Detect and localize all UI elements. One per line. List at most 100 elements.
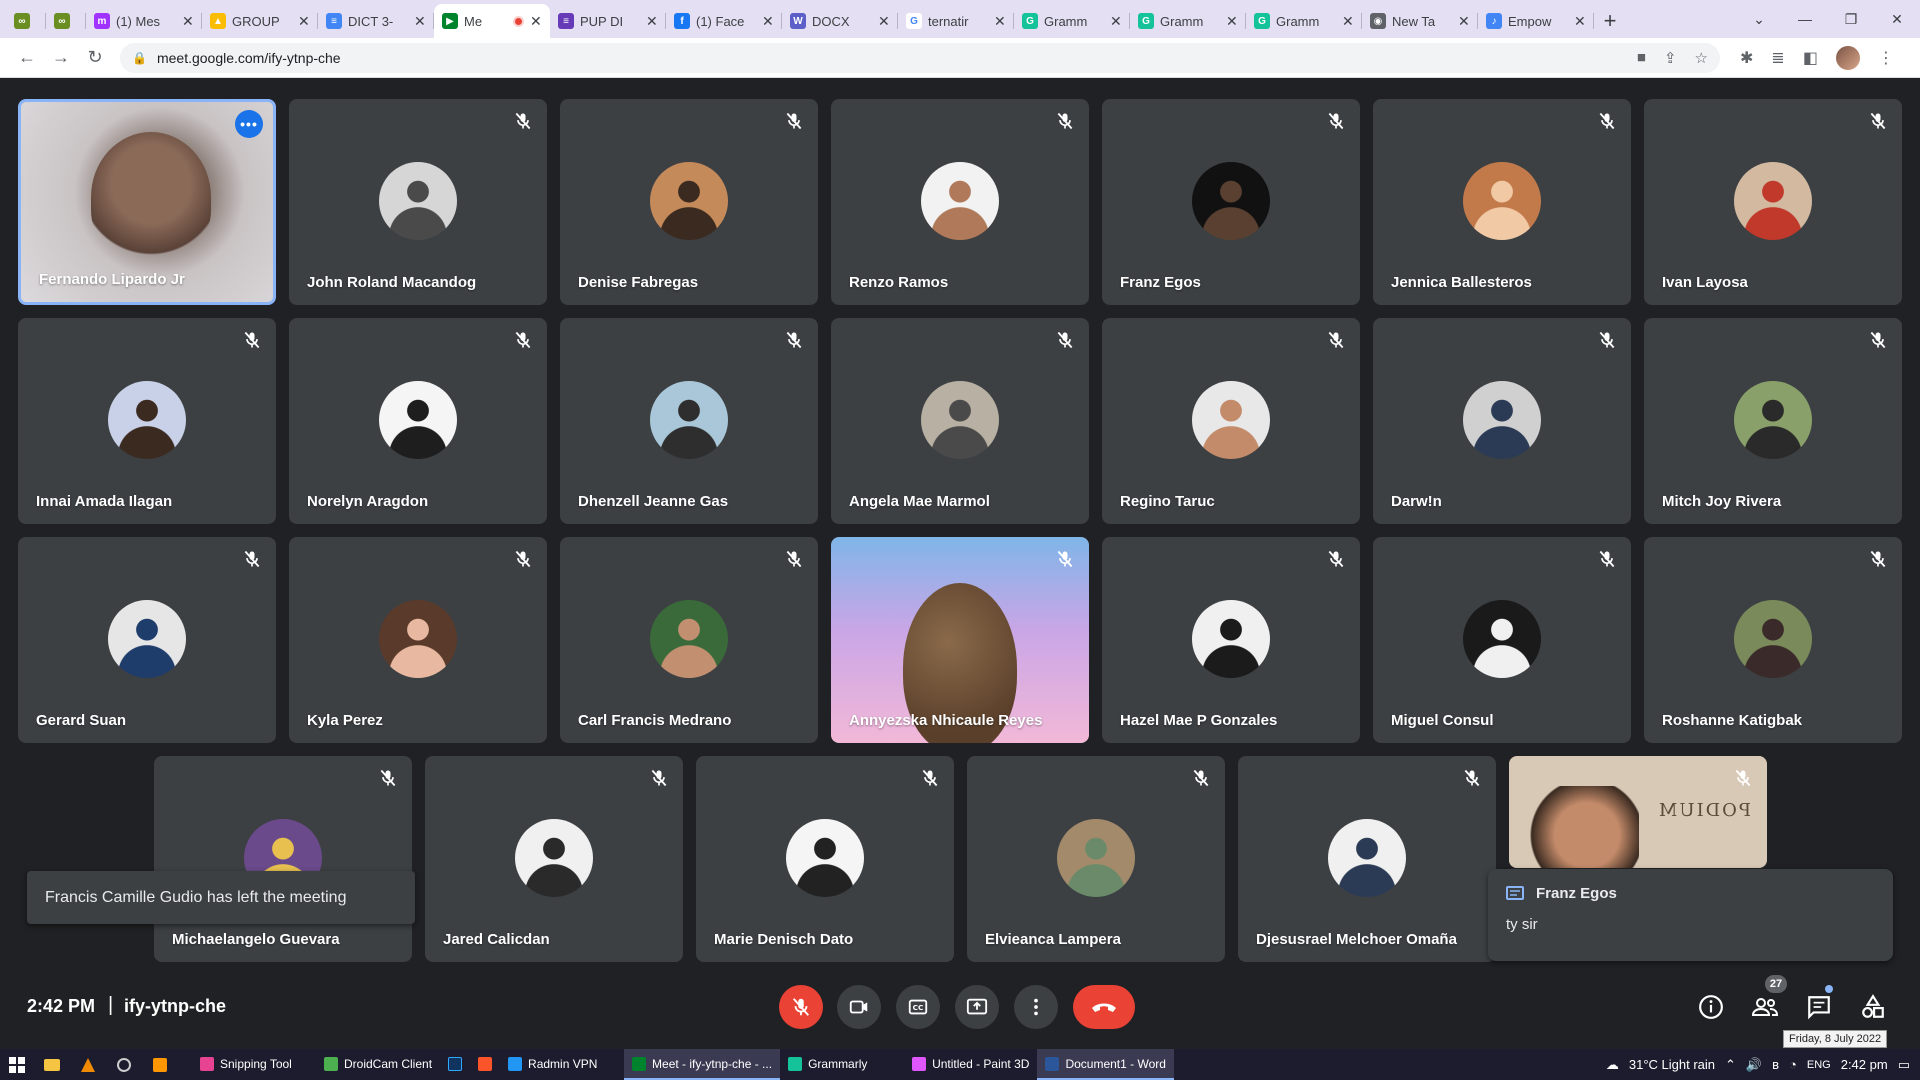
- participant-tile[interactable]: ••• Fernando Lipardo Jr: [18, 99, 276, 305]
- taskbar-app[interactable]: Grammarly: [780, 1049, 904, 1080]
- tab-close-icon[interactable]: ✕: [646, 13, 658, 30]
- participant-tile[interactable]: Carl Francis Medrano: [560, 537, 818, 743]
- tab-close-icon[interactable]: ✕: [1458, 13, 1470, 30]
- participant-tile[interactable]: Gerard Suan: [18, 537, 276, 743]
- profile-avatar[interactable]: [1835, 45, 1860, 70]
- tab-close-icon[interactable]: ✕: [878, 13, 890, 30]
- participant-tile[interactable]: Darw!n: [1373, 318, 1631, 524]
- back-button[interactable]: ←: [10, 42, 44, 74]
- browser-tab[interactable]: G Gramm ✕: [1130, 4, 1246, 38]
- participant-tile[interactable]: Jennica Ballesteros: [1373, 99, 1631, 305]
- weather-icon[interactable]: ☁: [1606, 1057, 1619, 1073]
- tab-close-icon[interactable]: ✕: [762, 13, 774, 30]
- volume-icon[interactable]: 🔊: [1746, 1057, 1762, 1073]
- tile-more-options-icon[interactable]: •••: [235, 110, 263, 138]
- taskbar-app[interactable]: Untitled - Paint 3D: [904, 1049, 1037, 1080]
- weather-text[interactable]: 31°C Light rain: [1629, 1057, 1715, 1072]
- browser-tab[interactable]: Gternatir ✕: [898, 4, 1014, 38]
- extensions-puzzle-icon[interactable]: ✱: [1740, 48, 1753, 68]
- participant-tile[interactable]: Marie Denisch Dato: [696, 756, 954, 962]
- taskbar-app[interactable]: Meet - ify-ytnp-che - ...: [624, 1049, 781, 1080]
- tab-close-icon[interactable]: ✕: [298, 13, 310, 30]
- tab-search-icon[interactable]: ⌄: [1736, 0, 1782, 38]
- participant-tile[interactable]: Annyezska Nhicaule Reyes: [831, 537, 1089, 743]
- tab-close-icon[interactable]: ✕: [1574, 13, 1586, 30]
- tab-close-icon[interactable]: ✕: [994, 13, 1006, 30]
- browser-tab[interactable]: ▶ Me ✕: [434, 4, 550, 38]
- browser-tab[interactable]: ≡ DICT 3- ✕: [318, 4, 434, 38]
- captions-button[interactable]: CC: [896, 985, 940, 1029]
- participant-tile[interactable]: PODIUM: [1509, 756, 1767, 868]
- browser-tab[interactable]: m (1) Mes ✕: [86, 4, 202, 38]
- participant-tile[interactable]: Regino Taruc: [1102, 318, 1360, 524]
- participant-tile[interactable]: Michaelangelo Guevara: [154, 756, 412, 962]
- share-icon[interactable]: ⇪: [1664, 49, 1677, 67]
- minimize-button[interactable]: —: [1782, 0, 1828, 38]
- side-panel-icon[interactable]: ◧: [1803, 48, 1818, 68]
- participant-tile[interactable]: John Roland Macandog: [289, 99, 547, 305]
- tab-close-icon[interactable]: ✕: [530, 13, 542, 30]
- participant-tile[interactable]: Jared Calicdan: [425, 756, 683, 962]
- sublime-icon[interactable]: [142, 1049, 178, 1080]
- address-bar[interactable]: 🔒 meet.google.com/ify-ytnp-che ■ ⇪ ☆: [120, 42, 1720, 73]
- browser-tab[interactable]: ♪ Empow ✕: [1478, 4, 1594, 38]
- notification-icon[interactable]: ▭: [1898, 1057, 1910, 1073]
- language-indicator[interactable]: ENG: [1807, 1059, 1831, 1071]
- meeting-details-button[interactable]: [1695, 991, 1727, 1023]
- media-control-icon[interactable]: ≣: [1771, 48, 1784, 68]
- browser-tab[interactable]: ∞: [6, 4, 46, 38]
- participant-tile[interactable]: Innai Amada Ilagan: [18, 318, 276, 524]
- present-screen-button[interactable]: [955, 985, 999, 1029]
- taskbar-app[interactable]: Radmin VPN: [500, 1049, 624, 1080]
- participant-tile[interactable]: Kyla Perez: [289, 537, 547, 743]
- tab-close-icon[interactable]: ✕: [1110, 13, 1122, 30]
- tab-close-icon[interactable]: ✕: [414, 13, 426, 30]
- tab-close-icon[interactable]: ✕: [1342, 13, 1354, 30]
- file-explorer-icon[interactable]: [34, 1049, 70, 1080]
- taskbar-app[interactable]: [440, 1049, 470, 1080]
- chrome-menu-icon[interactable]: ⋮: [1878, 48, 1894, 68]
- participant-tile[interactable]: Angela Mae Marmol: [831, 318, 1089, 524]
- camera-toggle-button[interactable]: [837, 985, 881, 1029]
- leave-call-button[interactable]: [1073, 985, 1135, 1029]
- taskbar-app[interactable]: Snipping Tool: [192, 1049, 316, 1080]
- obs-icon[interactable]: [106, 1049, 142, 1080]
- taskbar-clock[interactable]: 2:42 pm: [1841, 1057, 1888, 1072]
- bookmark-star-icon[interactable]: ☆: [1695, 49, 1708, 67]
- browser-tab[interactable]: W DOCX ✕: [782, 4, 898, 38]
- browser-tab[interactable]: ◉ New Ta ✕: [1362, 4, 1478, 38]
- browser-tab[interactable]: f (1) Face ✕: [666, 4, 782, 38]
- microphone-toggle-button[interactable]: [779, 985, 823, 1029]
- participant-tile[interactable]: Roshanne Katigbak: [1644, 537, 1902, 743]
- browser-tab[interactable]: ≡ PUP DI ✕: [550, 4, 666, 38]
- participant-tile[interactable]: Djesusrael Melchoer Omaña: [1238, 756, 1496, 962]
- browser-tab[interactable]: G Gramm ✕: [1014, 4, 1130, 38]
- more-options-button[interactable]: [1014, 985, 1058, 1029]
- participant-tile[interactable]: Denise Fabregas: [560, 99, 818, 305]
- participant-tile[interactable]: Renzo Ramos: [831, 99, 1089, 305]
- taskbar-app[interactable]: DroidCam Client: [316, 1049, 440, 1080]
- wifi-icon[interactable]: ◔: [1789, 1057, 1797, 1072]
- tab-close-icon[interactable]: ✕: [1226, 13, 1238, 30]
- restore-button[interactable]: ❐: [1828, 0, 1874, 38]
- windows-start-button[interactable]: [0, 1056, 34, 1073]
- participant-tile[interactable]: Hazel Mae P Gonzales: [1102, 537, 1360, 743]
- browser-tab[interactable]: G Gramm ✕: [1246, 4, 1362, 38]
- browser-tab[interactable]: ▲ GROUP ✕: [202, 4, 318, 38]
- chat-message-popup[interactable]: Franz Egos ty sir: [1488, 869, 1893, 961]
- chat-button[interactable]: [1803, 991, 1835, 1023]
- show-hidden-icons[interactable]: ⌃: [1725, 1057, 1736, 1073]
- forward-button[interactable]: →: [44, 42, 78, 74]
- lock-icon[interactable]: 🔒: [132, 51, 147, 65]
- participant-tile[interactable]: Ivan Layosa: [1644, 99, 1902, 305]
- close-window-button[interactable]: ✕: [1874, 0, 1920, 38]
- taskbar-app[interactable]: Document1 - Word: [1037, 1049, 1174, 1080]
- vlc-icon[interactable]: [70, 1049, 106, 1080]
- participant-tile[interactable]: Dhenzell Jeanne Gas: [560, 318, 818, 524]
- browser-tab[interactable]: ∞: [46, 4, 86, 38]
- url-text[interactable]: meet.google.com/ify-ytnp-che: [157, 50, 1627, 66]
- activities-button[interactable]: [1857, 991, 1889, 1023]
- participant-tile[interactable]: Miguel Consul: [1373, 537, 1631, 743]
- bluetooth-icon[interactable]: ʙ: [1772, 1057, 1779, 1072]
- camera-in-use-icon[interactable]: ■: [1637, 49, 1646, 67]
